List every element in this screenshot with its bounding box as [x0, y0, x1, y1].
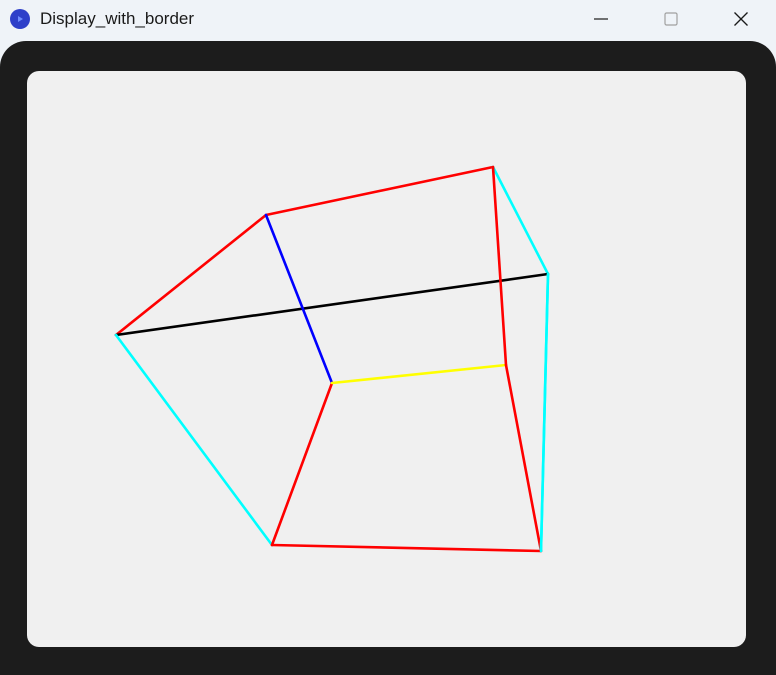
- edge-red-5: [504, 363, 543, 553]
- edge-yellow-1: [330, 363, 508, 385]
- edge-red-6: [270, 543, 543, 553]
- close-icon: [734, 12, 748, 26]
- edge-cyan-1: [491, 165, 550, 276]
- minimize-icon: [594, 18, 608, 20]
- edge-red-3: [270, 381, 334, 547]
- edge-cyan-2: [114, 333, 274, 547]
- edge-red-1: [264, 165, 495, 217]
- app-window: Display_with_border: [0, 0, 776, 675]
- edge-red-4: [491, 165, 508, 367]
- wireframe-cube: [114, 165, 550, 553]
- close-button[interactable]: [706, 0, 776, 38]
- maximize-button[interactable]: [636, 0, 706, 38]
- app-play-icon: [10, 9, 30, 29]
- edge-cyan-4: [539, 272, 550, 553]
- minimize-button[interactable]: [566, 0, 636, 38]
- title-bar[interactable]: Display_with_border: [0, 0, 776, 40]
- window-title: Display_with_border: [40, 9, 195, 28]
- display-canvas[interactable]: [27, 71, 746, 647]
- edge-blue-1: [264, 213, 334, 385]
- maximize-icon: [664, 12, 678, 26]
